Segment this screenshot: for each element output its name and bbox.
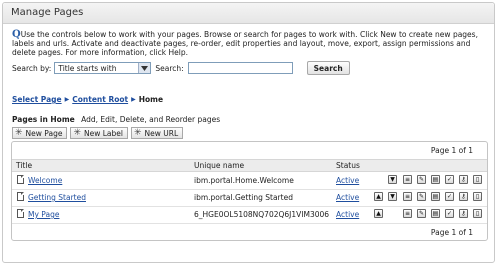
section-hint: Add, Edit, Delete, and Reorder pages <box>81 115 221 124</box>
star-icon: ✳ <box>15 128 23 138</box>
row-unique-name: ibm.portal.Getting Started <box>194 193 293 202</box>
move-icon[interactable]: ✓ <box>445 192 454 201</box>
intro-paragraph: Use the controls below to work with your… <box>12 30 478 57</box>
search-by-label: Search by: <box>12 63 52 73</box>
new-page-label: New Page <box>25 128 63 138</box>
row-title-link[interactable]: Getting Started <box>28 193 86 202</box>
row-title-link[interactable]: My Page <box>28 210 59 219</box>
layout-icon[interactable]: ▤ <box>431 192 440 201</box>
search-by-select[interactable]: Title starts with <box>54 62 152 74</box>
portlet-title: Manage Pages <box>11 7 84 18</box>
properties-icon[interactable]: ≡ <box>403 209 412 218</box>
permissions-icon[interactable]: ⚷ <box>459 192 468 201</box>
dropdown-arrow-icon[interactable] <box>138 63 151 73</box>
new-label-button[interactable]: ✳ New Label <box>70 127 128 139</box>
move-up-icon[interactable]: ▲ <box>374 209 383 218</box>
manage-pages-portlet: Manage Pages QUse the controls below to … <box>2 2 495 263</box>
pager-bottom: Page 1 of 1 <box>430 228 473 237</box>
breadcrumb-arrow-icon: ▶ <box>131 96 136 103</box>
star-icon: ✳ <box>133 128 142 138</box>
move-icon[interactable]: ✓ <box>445 175 454 184</box>
layout-icon[interactable]: ▤ <box>431 175 440 184</box>
intro-text: QUse the controls below to work with you… <box>12 30 482 58</box>
table-header: Title Unique name Status <box>12 159 487 172</box>
page-icon <box>17 209 24 218</box>
pages-table: Page 1 of 1 Title Unique name Status Wel… <box>11 141 488 241</box>
delete-icon[interactable]: ▯ <box>473 192 482 201</box>
col-status: Status <box>336 161 360 170</box>
move-icon[interactable]: ✓ <box>445 209 454 218</box>
edit-icon[interactable]: ✎ <box>417 209 426 218</box>
row-unique-name: ibm.portal.Home.Welcome <box>194 176 294 185</box>
edit-icon[interactable]: ✎ <box>417 175 426 184</box>
breadcrumb-content-root[interactable]: Content Root <box>72 95 128 104</box>
row-status-link[interactable]: Active <box>336 210 359 219</box>
delete-icon[interactable]: ▯ <box>473 209 482 218</box>
breadcrumb-current: Home <box>138 95 164 104</box>
col-title: Title <box>16 161 33 170</box>
new-label-label: New Label <box>84 128 123 138</box>
breadcrumb-arrow-icon: ▶ <box>64 96 70 103</box>
properties-icon[interactable]: ≡ <box>403 192 412 201</box>
col-unique-name: Unique name <box>194 161 245 170</box>
page-toolbar: ✳ New Page ✳ New Label ✳ New URL <box>12 127 184 139</box>
pager-top: Page 1 of 1 <box>430 146 473 155</box>
search-row: Search by: Title starts with Search: Sea… <box>12 61 350 75</box>
portlet-title-bar: Manage Pages <box>3 3 494 24</box>
delete-icon[interactable]: ▯ <box>473 175 482 184</box>
search-label: Search: <box>155 63 184 73</box>
permissions-icon[interactable]: ⚷ <box>459 209 468 218</box>
new-url-button[interactable]: ✳ New URL <box>130 127 184 139</box>
layout-icon[interactable]: ▤ <box>431 209 440 218</box>
move-down-icon[interactable]: ▼ <box>388 175 397 184</box>
edit-icon[interactable]: ✎ <box>417 192 426 201</box>
page-icon <box>17 175 24 184</box>
star-icon: ✳ <box>73 128 81 138</box>
row-title-link[interactable]: Welcome <box>28 176 62 185</box>
breadcrumb: Select Page ▶ Content Root ▶ Home <box>12 95 163 104</box>
section-title: Pages in Home <box>12 115 75 124</box>
row-status-link[interactable]: Active <box>336 176 359 185</box>
row-unique-name: 6_HGE0OL5108NQ702Q6J1VIM3006 <box>194 210 330 219</box>
move-down-icon[interactable]: ▼ <box>388 192 397 201</box>
breadcrumb-select-page[interactable]: Select Page <box>12 95 62 104</box>
section-heading: Pages in Home Add, Edit, Delete, and Reo… <box>12 115 220 124</box>
table-row: Getting Started ibm.portal.Getting Start… <box>12 189 487 207</box>
row-status-link[interactable]: Active <box>336 193 359 202</box>
table-row: My Page 6_HGE0OL5108NQ702Q6J1VIM3006 Act… <box>12 206 487 224</box>
search-button[interactable]: Search <box>306 61 350 75</box>
search-input[interactable] <box>187 62 293 74</box>
new-page-button[interactable]: ✳ New Page <box>12 127 68 139</box>
move-up-icon[interactable]: ▲ <box>374 192 383 201</box>
search-by-value: Title starts with <box>58 63 117 73</box>
properties-icon[interactable]: ≡ <box>403 175 412 184</box>
new-url-label: New URL <box>144 128 179 138</box>
permissions-icon[interactable]: ⚷ <box>459 175 468 184</box>
page-icon <box>17 192 24 201</box>
table-row: Welcome ibm.portal.Home.Welcome Active ▼… <box>12 172 487 190</box>
